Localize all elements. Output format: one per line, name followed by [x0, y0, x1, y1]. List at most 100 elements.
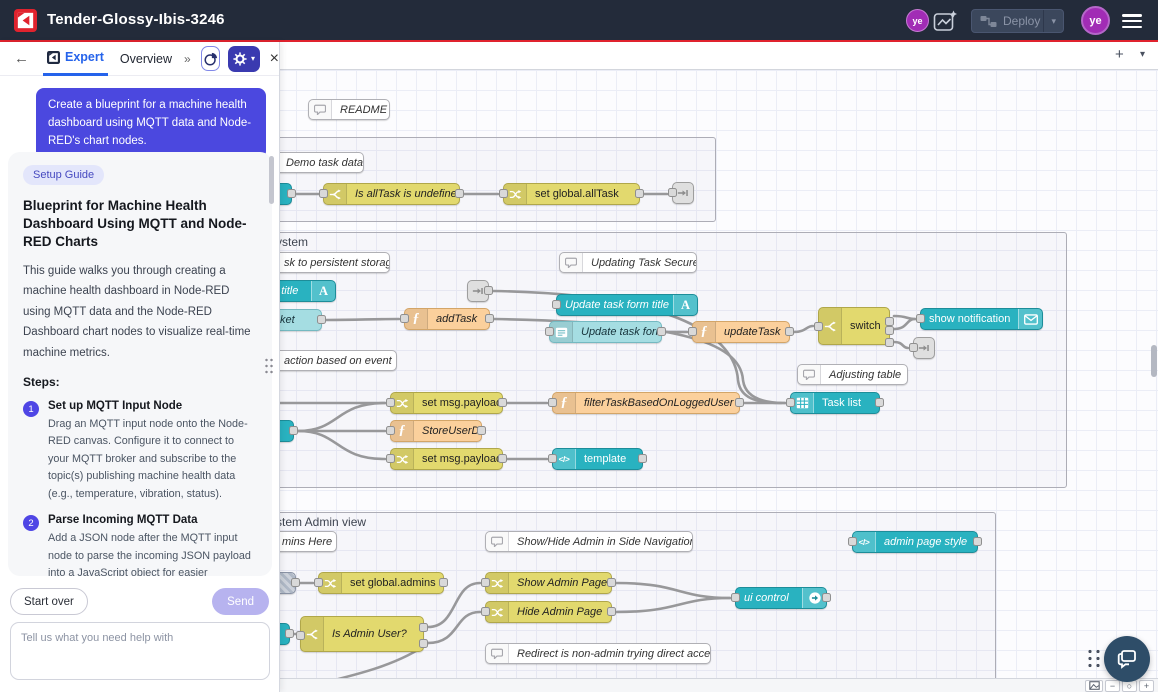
- port[interactable]: [419, 623, 428, 632]
- node-comment-persistent-storage[interactable]: sk to persistent storage: [280, 252, 390, 273]
- node-ui-template[interactable]: </> template: [552, 448, 643, 470]
- port[interactable]: [419, 639, 428, 648]
- flow-list-caret-icon[interactable]: ▾: [1136, 49, 1149, 60]
- port[interactable]: [289, 426, 298, 435]
- node-switch[interactable]: switch: [818, 307, 890, 345]
- canvas-vertical-scrollbar[interactable]: [1151, 345, 1157, 377]
- zoom-out-button[interactable]: −: [1105, 680, 1120, 692]
- port[interactable]: [607, 607, 616, 616]
- assistant-avatar[interactable]: ye: [906, 9, 929, 32]
- port[interactable]: [499, 189, 508, 198]
- port[interactable]: [688, 327, 697, 336]
- node-change-set-payload-1[interactable]: set msg.payload: [390, 392, 503, 414]
- widget-drag-handle[interactable]: [1086, 648, 1103, 668]
- port[interactable]: [400, 314, 409, 323]
- port[interactable]: [638, 454, 647, 463]
- flow-canvas[interactable]: README Demo task data Is allTask is unde…: [280, 42, 1158, 692]
- port[interactable]: [485, 314, 494, 323]
- port[interactable]: [973, 537, 982, 546]
- navigator-button[interactable]: [1085, 680, 1103, 692]
- insights-button[interactable]: [201, 46, 221, 71]
- group-demo-task-data[interactable]: [280, 137, 716, 222]
- port[interactable]: [285, 629, 294, 638]
- node-link-out-1[interactable]: [672, 182, 694, 204]
- node-function-storeuserdata[interactable]: ƒ StoreUserData: [390, 420, 482, 442]
- port[interactable]: [885, 317, 894, 326]
- node-function-filtertask[interactable]: ƒ filterTaskBasedOnLoggedUser: [552, 392, 740, 414]
- node-switch-is-alltask[interactable]: Is allTask is undefined: [323, 183, 460, 205]
- node-ui-text-update-form-title[interactable]: Update task form title A: [556, 294, 698, 316]
- port[interactable]: [545, 327, 554, 336]
- node-stub-teal-1[interactable]: [280, 183, 292, 205]
- port[interactable]: [317, 315, 326, 324]
- port[interactable]: [885, 338, 894, 347]
- expand-tabs-icon[interactable]: »: [184, 52, 191, 66]
- port[interactable]: [657, 327, 666, 336]
- port[interactable]: [785, 327, 794, 336]
- node-comment-demo-task-data[interactable]: Demo task data: [280, 152, 364, 173]
- node-stub-teal-2[interactable]: [280, 420, 294, 442]
- node-link-out-2[interactable]: [913, 337, 935, 359]
- port[interactable]: [319, 189, 328, 198]
- flow-workspace[interactable]: README Demo task data Is allTask is unde…: [280, 42, 1158, 692]
- port[interactable]: [848, 537, 857, 546]
- node-change-set-global-admins[interactable]: set global.admins: [318, 572, 444, 594]
- port[interactable]: [814, 322, 823, 331]
- node-change-set-global-alltask[interactable]: set global.allTask: [503, 183, 640, 205]
- node-ui-table-task-list[interactable]: Task list: [790, 392, 880, 414]
- ai-scene-icon[interactable]: [933, 10, 958, 32]
- port[interactable]: [552, 300, 561, 309]
- tab-expert[interactable]: Expert: [43, 42, 108, 76]
- port[interactable]: [916, 314, 925, 323]
- node-change-hide-admin-page[interactable]: Hide Admin Page: [485, 601, 612, 623]
- node-ui-template-admin-style[interactable]: </> admin page style: [852, 531, 978, 553]
- port[interactable]: [439, 578, 448, 587]
- node-ui-form-ticket[interactable]: ticket: [280, 309, 322, 331]
- node-switch-is-admin-user[interactable]: Is Admin User?: [300, 616, 424, 652]
- zoom-in-button[interactable]: +: [1139, 680, 1154, 692]
- deploy-caret-icon[interactable]: ▾: [1043, 10, 1063, 32]
- main-menu-icon[interactable]: [1122, 14, 1142, 28]
- user-avatar[interactable]: ye: [1081, 6, 1110, 35]
- node-stub-disabled[interactable]: [280, 572, 296, 594]
- port[interactable]: [498, 398, 507, 407]
- port[interactable]: [909, 343, 918, 352]
- node-comment-redirect[interactable]: Redirect is non-admin trying direct acce…: [485, 643, 711, 664]
- node-comment-readme[interactable]: README: [308, 99, 390, 120]
- port[interactable]: [296, 631, 305, 640]
- node-comment-admins-here[interactable]: mins Here: [280, 531, 337, 552]
- port[interactable]: [314, 578, 323, 587]
- panel-resize-handle[interactable]: [264, 357, 275, 375]
- node-ui-control[interactable]: ui control: [735, 587, 827, 609]
- node-function-updatetask[interactable]: ƒ updateTask: [692, 321, 790, 343]
- port[interactable]: [786, 398, 795, 407]
- port[interactable]: [548, 398, 557, 407]
- deploy-button[interactable]: Deploy ▾: [971, 9, 1064, 33]
- node-ui-form-update-task-form[interactable]: Update task form: [549, 321, 662, 343]
- start-over-button[interactable]: Start over: [10, 588, 88, 615]
- port[interactable]: [386, 426, 395, 435]
- port[interactable]: [287, 189, 296, 198]
- card-scrollbar[interactable]: [269, 156, 274, 204]
- port[interactable]: [291, 578, 300, 587]
- port[interactable]: [668, 188, 677, 197]
- node-comment-updating-task-securely[interactable]: Updating Task Securely: [559, 252, 697, 273]
- node-ui-text-form-title[interactable]: m title A: [280, 280, 336, 302]
- node-stub-teal-3[interactable]: [280, 623, 290, 645]
- node-comment-action-event[interactable]: action based on event: [280, 350, 397, 371]
- close-panel-icon[interactable]: ×: [270, 50, 279, 68]
- node-comment-adjusting-table[interactable]: Adjusting table: [797, 364, 908, 385]
- port[interactable]: [481, 607, 490, 616]
- help-input[interactable]: [10, 622, 270, 680]
- port[interactable]: [455, 189, 464, 198]
- port[interactable]: [822, 593, 831, 602]
- port[interactable]: [386, 454, 395, 463]
- port[interactable]: [875, 398, 884, 407]
- node-comment-show-hide-admin[interactable]: Show/Hide Admin in Side Navigation: [485, 531, 693, 552]
- port[interactable]: [386, 398, 395, 407]
- port[interactable]: [477, 426, 486, 435]
- node-ui-toast-show-notification[interactable]: show notification: [920, 308, 1043, 330]
- node-change-set-payload-2[interactable]: set msg.payload: [390, 448, 503, 470]
- chat-fab-button[interactable]: [1104, 636, 1150, 682]
- port[interactable]: [484, 286, 493, 295]
